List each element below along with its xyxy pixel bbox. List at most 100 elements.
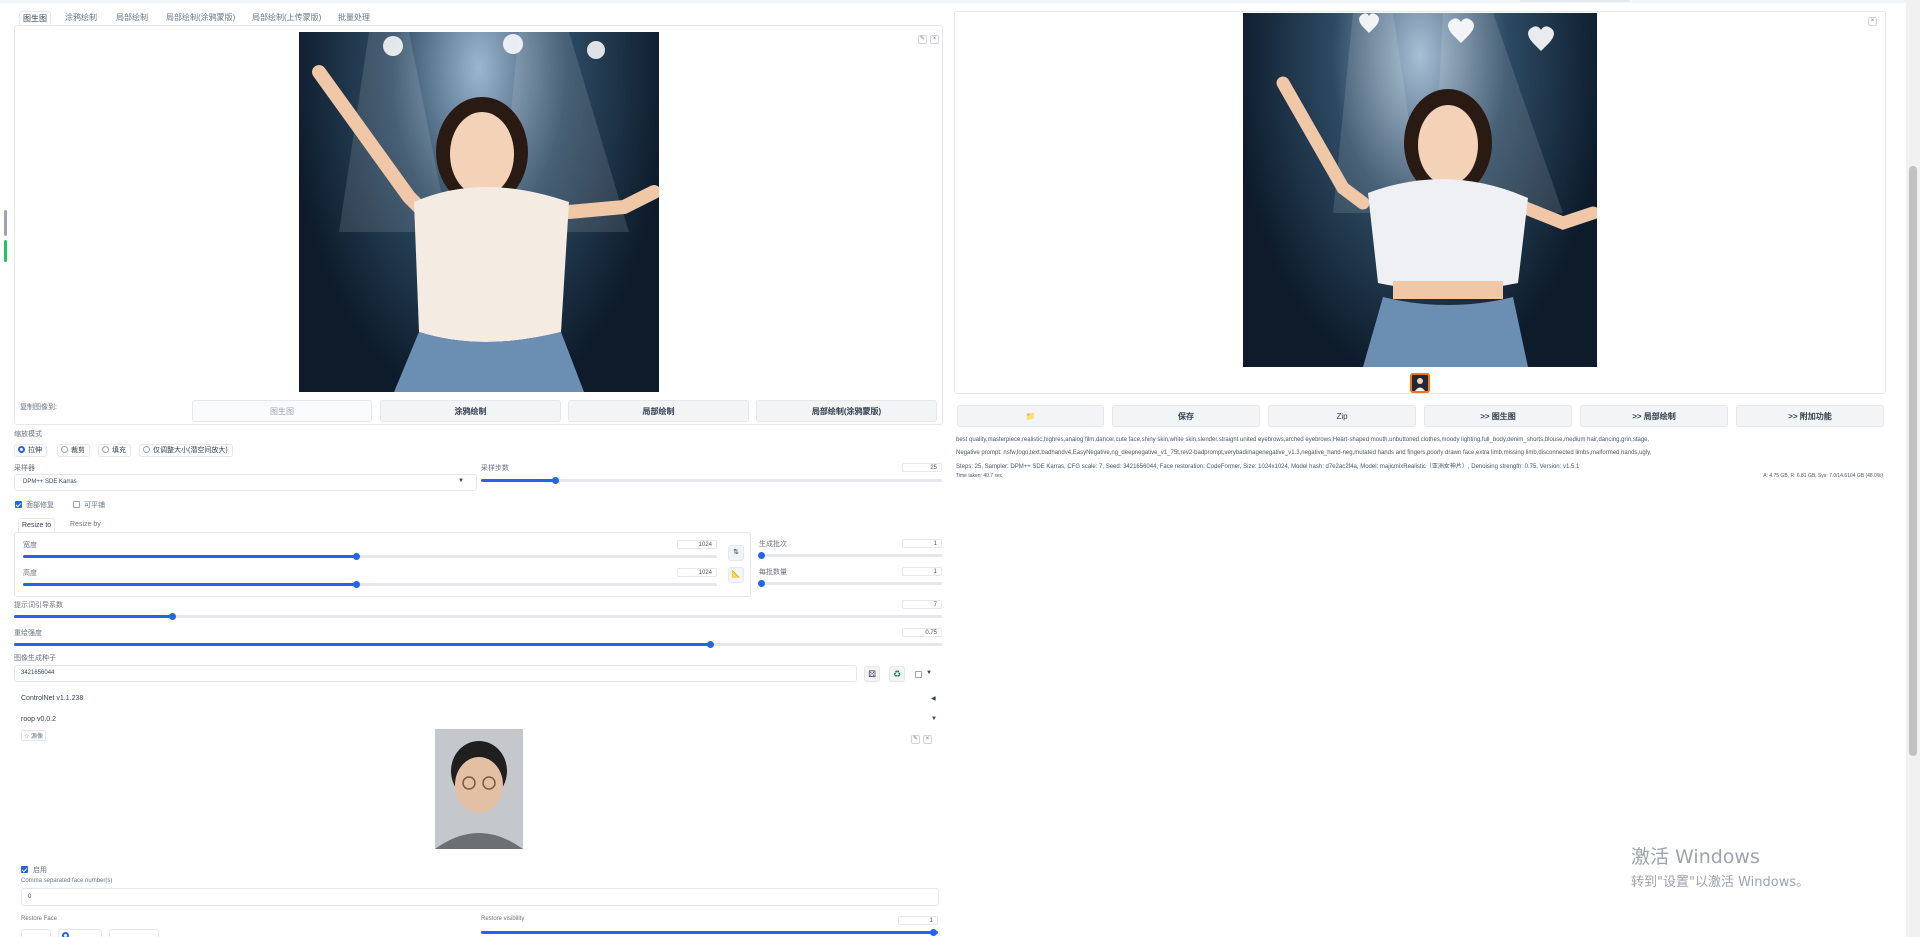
close-icon[interactable]: × [923, 735, 932, 744]
detect-size-button[interactable]: 📐 [728, 567, 744, 583]
face-numbers-label: Comma separated face number(s) [21, 878, 113, 884]
roop-enable-checkbox[interactable] [21, 866, 28, 873]
send-to-inpaint-button[interactable]: >> 局部绘制 [1580, 405, 1728, 427]
copy-to-inpaint-sketch-button[interactable]: 局部绘制(涂鸦蒙版) [756, 400, 937, 422]
restore-visibility-input[interactable]: 1 [898, 916, 938, 925]
batch-size-label: 每批数量 [759, 569, 787, 576]
slider-fill [481, 479, 555, 482]
roop-enable-label: 启用 [33, 867, 47, 874]
controlnet-header[interactable]: ControlNet v1.1.238 [21, 695, 83, 702]
random-seed-button[interactable]: ⚄ [864, 666, 880, 682]
resize-mode-label: 缩放模式 [14, 431, 42, 438]
denoise-input[interactable]: 0.75 [902, 628, 942, 637]
radio-dot [18, 446, 25, 453]
resize-mode-latent[interactable]: 仅调整大小(潜空间放大) [139, 444, 233, 457]
scrollbar-thumb[interactable] [1909, 166, 1917, 756]
edit-icon[interactable]: ✎ [911, 735, 920, 744]
top-strip [0, 0, 1920, 3]
steps-input[interactable]: 25 [902, 463, 942, 472]
restore-visibility-slider[interactable] [481, 929, 938, 936]
restore-faces-checkbox[interactable] [15, 501, 22, 508]
width-input[interactable]: 1024 [677, 540, 717, 549]
page-scrollbar[interactable] [1906, 0, 1920, 937]
resize-mode-crop[interactable]: 裁剪 [57, 444, 90, 457]
copy-to-inpaint-button[interactable]: 局部绘制 [568, 400, 749, 422]
roop-header[interactable]: roop v0.0.2 [21, 716, 56, 723]
tab-resize-to[interactable]: Resize to [18, 518, 56, 532]
tab-resize-by[interactable]: Resize by [67, 518, 104, 532]
radio-label: 拉伸 [28, 447, 42, 454]
send-to-img2img-button[interactable]: >> 图生图 [1424, 405, 1572, 427]
restore-visibility-label: Restore visibility [481, 916, 525, 922]
slider-thumb[interactable] [551, 477, 559, 484]
copy-to-img2img-button[interactable]: 图生图 [192, 400, 372, 422]
restore-face-option[interactable] [58, 929, 102, 937]
tab-batch[interactable]: 批量处理 [335, 11, 373, 25]
gen-info-prompt: best quality,masterpiece,realistic,highr… [956, 437, 1650, 443]
cfg-scale-slider[interactable] [14, 613, 942, 620]
dancer-illustration [312, 32, 659, 392]
extra-seed-chevron-icon[interactable]: ▼ [926, 670, 932, 676]
roop-collapse-icon[interactable]: ▼ [931, 716, 937, 722]
send-to-extras-button[interactable]: >> 附加功能 [1736, 405, 1884, 427]
batch-count-slider[interactable] [757, 552, 942, 559]
slider-thumb[interactable] [757, 552, 765, 559]
left-scroll-indicator [3, 210, 8, 270]
restore-face-option[interactable] [21, 929, 51, 937]
restore-face-options[interactable] [21, 929, 166, 937]
slider-thumb[interactable] [353, 553, 361, 560]
tiling-checkbox[interactable] [73, 501, 80, 508]
controlnet-collapse-icon[interactable]: ◀ [931, 695, 936, 702]
output-image[interactable] [1243, 13, 1597, 367]
roop-source-image[interactable] [435, 729, 523, 849]
output-gallery-panel: × [954, 11, 1886, 394]
tab-inpaint[interactable]: 局部绘制 [113, 11, 151, 25]
width-label: 宽度 [23, 542, 37, 549]
save-button[interactable]: 保存 [1112, 405, 1260, 427]
slider-thumb[interactable] [353, 581, 361, 588]
slider-thumb[interactable] [930, 929, 938, 936]
extra-seed-checkbox[interactable] [915, 671, 922, 678]
batch-size-input[interactable]: 1 [902, 567, 942, 576]
cfg-scale-input[interactable]: 7 [902, 600, 942, 609]
watermark-line2: 转到"设置"以激活 Windows。 [1631, 875, 1810, 890]
height-slider[interactable] [23, 581, 717, 588]
slider-thumb[interactable] [168, 613, 176, 620]
zip-button[interactable]: Zip [1268, 405, 1416, 427]
close-icon[interactable]: × [1868, 17, 1877, 26]
slider-fill [23, 583, 357, 586]
watermark-line1: 激活 Windows [1631, 846, 1760, 868]
tab-sketch[interactable]: 涂鸦绘制 [62, 11, 100, 25]
steps-slider[interactable] [481, 477, 942, 484]
chevron-down-icon: ▼ [458, 478, 464, 484]
resize-mode-fill[interactable]: 填充 [98, 444, 131, 457]
denoise-slider[interactable] [14, 641, 942, 648]
sampler-select[interactable]: DPM++ SDE Karras ▼ [14, 474, 477, 491]
slider-thumb[interactable] [757, 580, 765, 587]
roop-source-label: ☆ 源像 [21, 730, 47, 741]
edit-icon[interactable]: ✎ [918, 35, 927, 44]
batch-size-slider[interactable] [757, 580, 942, 587]
copy-to-sketch-button[interactable]: 涂鸦绘制 [380, 400, 561, 422]
restore-face-label: Restore Face [21, 916, 58, 922]
height-input[interactable]: 1024 [677, 568, 717, 577]
width-slider[interactable] [23, 553, 717, 560]
reuse-seed-button[interactable]: ♻ [889, 666, 905, 682]
copy-image-label: 复制图像到: [20, 404, 57, 411]
face-numbers-input[interactable]: 0 [21, 888, 939, 906]
gallery-thumbnail[interactable] [1410, 373, 1430, 393]
tab-inpaint-upload[interactable]: 局部绘制(上传蒙版) [249, 11, 324, 25]
close-icon[interactable]: × [930, 35, 939, 44]
swap-dimensions-button[interactable]: ⇅ [728, 545, 744, 561]
open-folder-button[interactable]: 📁 [957, 405, 1104, 427]
tab-img2img[interactable]: 图生图 [19, 11, 51, 25]
resize-mode-stretch[interactable]: 拉伸 [14, 444, 47, 457]
seed-input[interactable]: 3421656044 [14, 665, 857, 682]
batch-count-input[interactable]: 1 [902, 539, 942, 548]
slider-thumb[interactable] [707, 641, 714, 648]
tab-inpaint-sketch[interactable]: 局部绘制(涂鸦蒙版) [163, 11, 238, 25]
input-image-panel: ✎ × 复制图像到: [14, 25, 943, 425]
restore-face-option[interactable] [109, 929, 159, 937]
denoise-label: 重绘强度 [14, 630, 42, 637]
input-image[interactable] [299, 32, 659, 392]
